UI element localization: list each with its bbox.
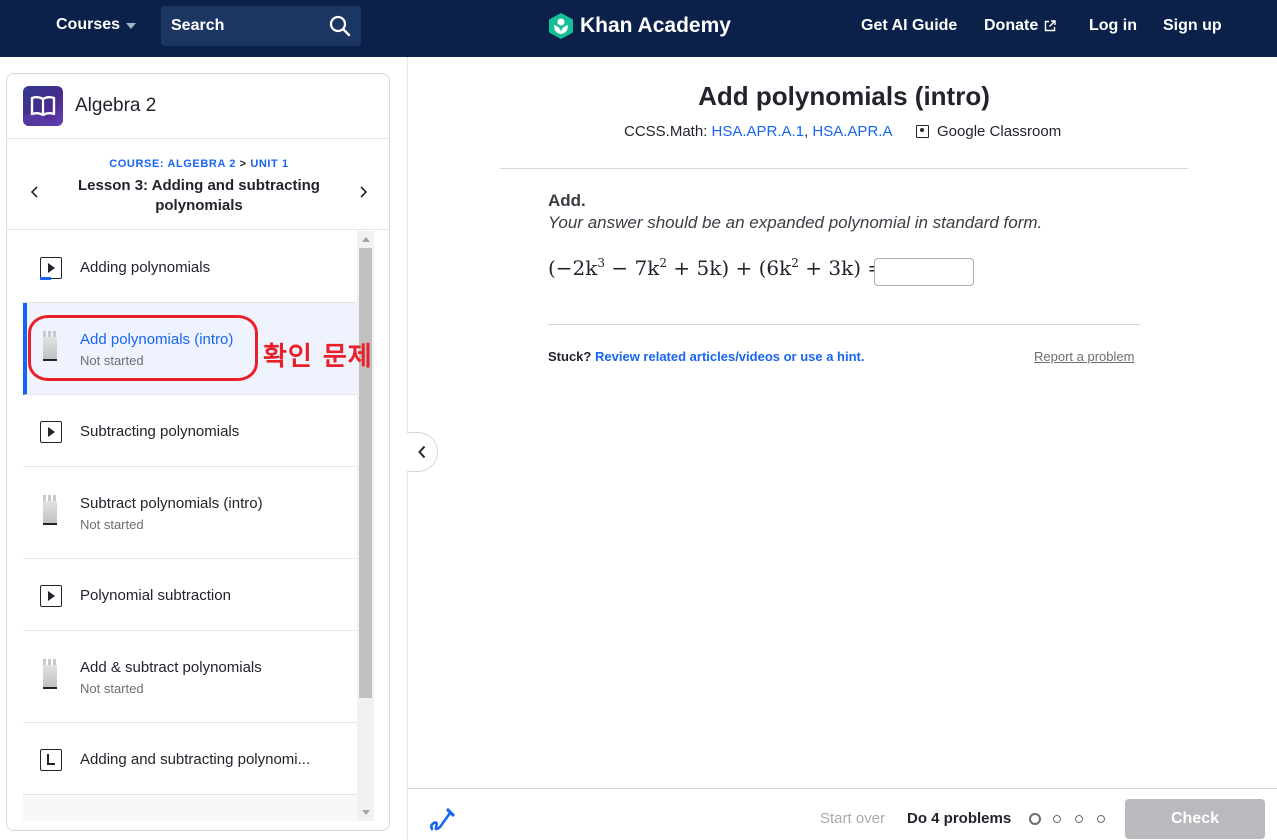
item-status: Not started (80, 517, 144, 532)
play-video-icon (40, 585, 62, 607)
external-link-icon (1045, 20, 1056, 32)
progress-dot (1053, 815, 1061, 823)
check-button[interactable]: Check (1125, 799, 1265, 839)
courses-label: Courses (56, 16, 121, 33)
item-label: Add polynomials (intro) (80, 331, 234, 348)
course-title[interactable]: Algebra 2 (75, 95, 156, 117)
item-label: Add & subtract polynomials (80, 659, 262, 676)
item-status: Not started (80, 681, 144, 696)
sidebar-header: Algebra 2 (7, 74, 389, 139)
hint-link[interactable]: Review related articles/videos or use a … (595, 349, 865, 364)
donate-link[interactable]: Donate (984, 17, 1056, 35)
get-ai-guide-link[interactable]: Get AI Guide (861, 17, 957, 35)
chevron-down-icon (126, 23, 137, 29)
progress-dot (1097, 815, 1105, 823)
breadcrumb-unit[interactable]: UNIT 1 (250, 158, 288, 170)
search-box[interactable]: Search (161, 6, 361, 46)
page-title: Add polynomials (intro) (698, 81, 990, 111)
list-item-subtracting-polynomials[interactable]: Subtracting polynomials (23, 395, 357, 467)
question-instruction: Your answer should be an expanded polyno… (548, 213, 1043, 232)
stuck-label: Stuck? (548, 349, 592, 364)
expr-exponent: 2 (791, 256, 799, 270)
google-classroom-icon (916, 125, 929, 138)
chevron-left-icon (418, 445, 426, 459)
search-label: Search (171, 17, 225, 34)
scroll-up-arrow-icon[interactable] (362, 237, 370, 242)
exercise-footer: Start over Do 4 problems Check (408, 788, 1277, 840)
question-heading: Add. (548, 191, 586, 210)
expr-exponent: 2 (659, 256, 668, 270)
list-item-polynomial-subtraction[interactable]: Polynomial subtraction (23, 559, 357, 631)
question-expression: (−2k3 − 7k2 + 5k) + (6k2 + 3k) = (548, 256, 884, 280)
courses-menu[interactable]: Courses (56, 16, 137, 34)
donate-label: Donate (984, 17, 1039, 34)
breadcrumb-course[interactable]: COURSE: ALGEBRA 2 (109, 158, 236, 170)
exercise-tower-icon (43, 331, 57, 361)
scratchpad-pencil-icon[interactable] (428, 805, 456, 833)
list-item-adding-polynomials[interactable]: Adding polynomials (23, 231, 357, 303)
khan-leaf-icon (549, 13, 573, 39)
book-icon (23, 86, 63, 126)
item-label: Subtract polynomials (intro) (80, 495, 263, 512)
lesson-header: COURSE: ALGEBRA 2 > UNIT 1 Lesson 3: Add… (7, 140, 389, 230)
start-over-button[interactable]: Start over (820, 810, 885, 827)
report-problem-link[interactable]: Report a problem (1034, 349, 1134, 364)
annotation-label: 확인 문제 (263, 342, 373, 372)
standards-line: CCSS.Math: HSA.APR.A.1, HSA.APR.A (624, 123, 893, 140)
expr-part: (−2k (548, 256, 598, 280)
collapse-sidebar-button[interactable] (407, 432, 438, 472)
list-item-subtract-polynomials-intro[interactable]: Subtract polynomials (intro) Not started (23, 467, 357, 559)
search-icon[interactable] (329, 15, 351, 37)
signup-link[interactable]: Sign up (1163, 17, 1222, 35)
item-label: Polynomial subtraction (80, 587, 231, 604)
item-status: Not started (80, 353, 144, 368)
answer-input[interactable] (874, 258, 974, 286)
list-item-add-subtract-polynomials[interactable]: Add & subtract polynomials Not started (23, 631, 357, 723)
progress-dot (1075, 815, 1083, 823)
course-sidebar: Algebra 2 COURSE: ALGEBRA 2 > UNIT 1 Les… (6, 73, 390, 831)
google-classroom-button[interactable]: Google Classroom (916, 123, 1061, 140)
do-problems-label: Do 4 problems (907, 810, 1012, 827)
standard-link[interactable]: HSA.APR.A.1 (712, 123, 805, 140)
lesson-content-list: Adding polynomials Add polynomials (intr… (23, 231, 357, 821)
item-label: Adding and subtracting polynomi... (80, 751, 311, 768)
khan-academy-logo[interactable]: Khan Academy (548, 12, 731, 40)
expr-exponent: 3 (597, 256, 606, 270)
google-classroom-label: Google Classroom (937, 123, 1062, 140)
scroll-down-arrow-icon[interactable] (362, 810, 370, 815)
chevron-left-icon (30, 186, 38, 198)
chevron-right-icon (360, 186, 368, 198)
logo-text: Khan Academy (580, 14, 731, 37)
list-item-partial (23, 795, 357, 821)
breadcrumb-separator: > (239, 158, 247, 170)
expr-part: − 7k (605, 256, 660, 280)
top-nav: Courses Search Khan Academy Get AI Guide… (0, 0, 1277, 57)
exercise-tower-icon (43, 495, 57, 525)
login-link[interactable]: Log in (1089, 17, 1137, 35)
standards-prefix: CCSS.Math: (624, 123, 708, 140)
item-label: Subtracting polynomials (80, 423, 240, 440)
play-video-icon (39, 257, 62, 280)
standard-link[interactable]: HSA.APR.A (812, 123, 892, 140)
title-divider (500, 168, 1188, 169)
item-label: Adding polynomials (80, 259, 211, 276)
sidebar-scrollbar[interactable] (357, 231, 374, 821)
expr-part: + 5k) + (6k (667, 256, 792, 280)
progress-dots (1029, 813, 1107, 825)
breadcrumb: COURSE: ALGEBRA 2 > UNIT 1 (7, 158, 389, 170)
lesson-title: Lesson 3: Adding and subtracting polynom… (78, 177, 320, 214)
next-lesson-button[interactable] (353, 182, 373, 202)
exercise-tower-icon (43, 659, 57, 689)
list-item-adding-subtracting-article[interactable]: Adding and subtracting polynomi... (23, 723, 357, 795)
expr-part: + 3k) = (798, 256, 885, 280)
previous-lesson-button[interactable] (25, 182, 45, 202)
progress-dot-current (1029, 813, 1041, 825)
play-video-icon (40, 421, 62, 443)
scroll-thumb[interactable] (359, 248, 372, 698)
article-icon (40, 749, 62, 771)
question-divider (548, 324, 1140, 325)
